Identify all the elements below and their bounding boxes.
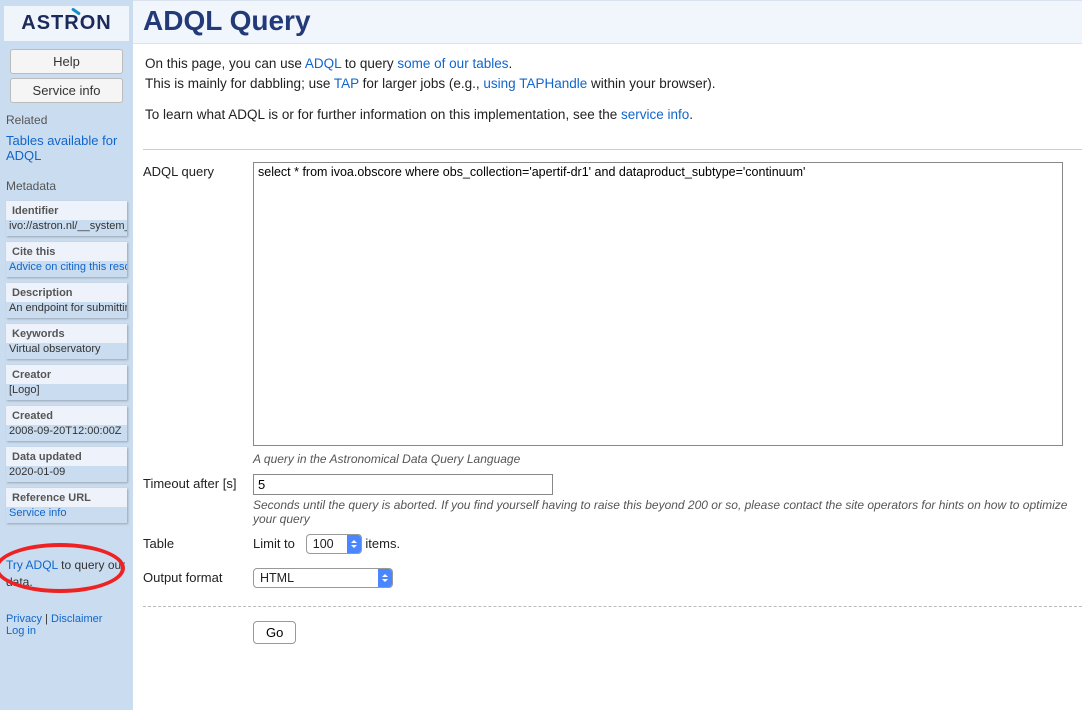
disclaimer-link[interactable]: Disclaimer — [51, 613, 102, 625]
try-adql-area: Try ADQL to query our data. — [0, 529, 133, 609]
meta-identifier: Identifier ivo://astron.nl/__system__/a — [6, 201, 127, 236]
table-label: Table — [143, 534, 253, 560]
tables-available-link[interactable]: Tables available for ADQL — [0, 131, 133, 173]
related-heading: Related — [0, 107, 133, 131]
adql-query-textarea[interactable]: select * from ivoa.obscore where obs_col… — [253, 162, 1063, 446]
page-title: ADQL Query — [143, 5, 1072, 37]
reference-url-link[interactable]: Service info — [9, 507, 66, 519]
limit-select[interactable]: 100 — [306, 534, 362, 554]
timeout-label: Timeout after [s] — [143, 474, 253, 526]
meta-updated: Data updated 2020-01-09 — [6, 447, 127, 482]
intro-text: On this page, you can use ADQL to query … — [133, 44, 1082, 141]
logo: ASTRON — [4, 6, 129, 41]
meta-description: Description An endpoint for submitting — [6, 283, 127, 318]
title-bar: ADQL Query — [133, 0, 1082, 44]
login-link[interactable]: Log in — [6, 625, 36, 637]
service-info-link[interactable]: service info — [621, 107, 689, 122]
footer-links: Privacy | Disclaimer Log in — [0, 609, 133, 641]
privacy-link[interactable]: Privacy — [6, 613, 42, 625]
logo-text: ASTRON — [21, 12, 111, 35]
adql-query-label: ADQL query — [143, 162, 253, 466]
chevron-updown-icon — [347, 535, 361, 553]
chevron-updown-icon — [378, 569, 392, 587]
help-button[interactable]: Help — [10, 49, 123, 74]
sidebar: ASTRON Help Service info Related Tables … — [0, 0, 133, 710]
divider — [143, 606, 1082, 607]
meta-creator: Creator [Logo] — [6, 365, 127, 400]
timeout-help: Seconds until the query is aborted. If y… — [253, 498, 1082, 526]
go-button[interactable]: Go — [253, 621, 296, 644]
output-format-label: Output format — [143, 568, 253, 588]
cite-advice-link[interactable]: Advice on citing this resour — [9, 261, 127, 273]
meta-created: Created 2008-09-20T12:00:00Z — [6, 406, 127, 441]
timeout-input[interactable] — [253, 474, 553, 495]
main-content: ADQL Query On this page, you can use ADQ… — [133, 0, 1082, 710]
some-tables-link[interactable]: some of our tables — [397, 56, 508, 71]
adql-query-help: A query in the Astronomical Data Query L… — [253, 452, 1082, 466]
meta-cite: Cite this Advice on citing this resour — [6, 242, 127, 277]
try-adql-link[interactable]: Try ADQL — [6, 558, 58, 572]
service-info-button[interactable]: Service info — [10, 78, 123, 103]
tap-link[interactable]: TAP — [334, 76, 359, 91]
taphandle-link[interactable]: using TAPHandle — [483, 76, 587, 91]
meta-reference-url: Reference URL Service info — [6, 488, 127, 523]
meta-keywords: Keywords Virtual observatory — [6, 324, 127, 359]
query-form: ADQL query select * from ivoa.obscore wh… — [143, 149, 1082, 648]
adql-link[interactable]: ADQL — [305, 56, 341, 71]
output-format-select[interactable]: HTML — [253, 568, 393, 588]
metadata-heading: Metadata — [0, 173, 133, 197]
